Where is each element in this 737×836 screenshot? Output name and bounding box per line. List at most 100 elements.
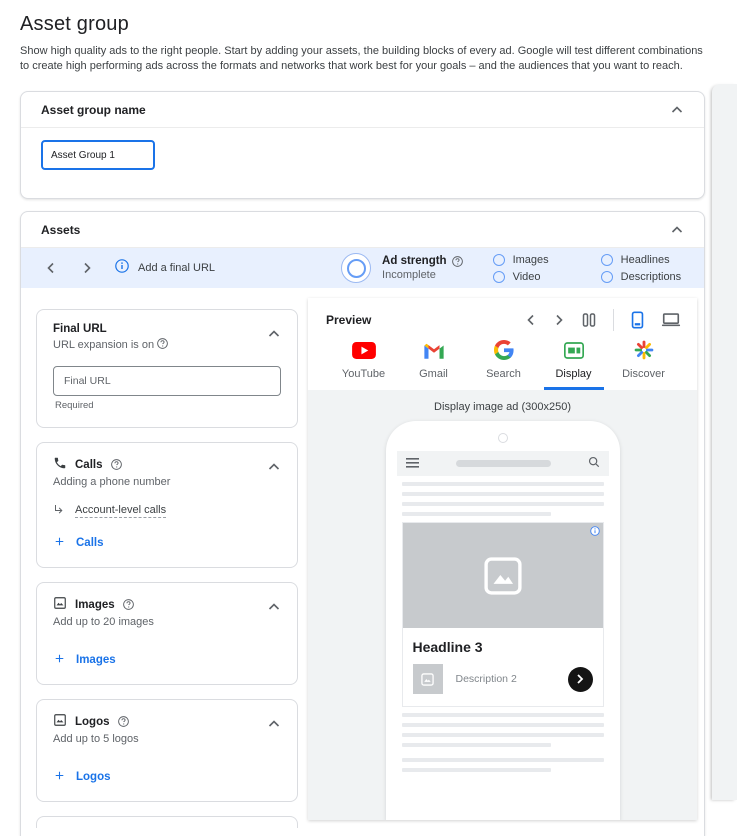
final-url-card: Final URL URL expansion is on Required [36,309,298,428]
final-url-title: Final URL [53,323,107,335]
ad-format-label: Display image ad (300x250) [434,401,571,413]
collapsed-side-panel[interactable] [712,84,737,800]
ad-strength-gauge-icon [341,253,372,283]
skeleton-line [401,713,604,717]
required-helper: Required [55,400,94,411]
check-images: Images [492,253,549,266]
help-icon[interactable] [157,338,169,349]
ad-strength: Ad strength Incomplete [341,253,463,283]
check-headlines: Headlines [600,253,682,266]
ad-image-placeholder [402,523,603,628]
mobile-preview-icon[interactable] [630,311,645,329]
phone-screen: Headline 3 Description 2 [396,451,609,772]
ad-arrow-button[interactable] [567,666,593,692]
check-descriptions: Descriptions [600,270,682,283]
ad-strength-label: Ad strength [382,255,447,267]
chevron-up-icon[interactable] [670,103,684,117]
previous-asset-icon[interactable] [45,262,57,274]
phone-icon [53,456,67,473]
network-tabs: YouTube Gmail Search Display Discover [326,340,681,390]
add-logos-button[interactable]: Logos [53,769,111,785]
assets-toolbar: Add a final URL Ad strength Incomplete I… [21,248,704,288]
chevron-up-icon[interactable] [267,327,281,341]
ad-thumbnail-placeholder [412,664,443,694]
phone-camera-dot [497,433,508,443]
calls-title: Calls [75,458,103,471]
asset-group-name-input[interactable] [41,140,155,170]
hamburger-menu-icon [405,455,419,473]
check-label: Descriptions [620,270,682,283]
page-title: Asset group [20,13,129,35]
phone-mockup: Headline 3 Description 2 [385,421,620,820]
final-url-input[interactable] [53,366,281,396]
skeleton-line [401,758,604,762]
skeleton-line [401,743,551,747]
tab-gmail[interactable]: Gmail [404,340,464,390]
skeleton-line [401,512,551,516]
assets-card-title: Assets [41,222,81,237]
search-icon [588,455,600,473]
images-subtitle: Add up to 20 images [53,616,154,628]
previous-preview-icon[interactable] [525,314,537,326]
subdirectory-arrow-icon [53,502,65,520]
chevron-up-icon[interactable] [670,223,684,237]
skeleton-line [401,723,604,727]
next-preview-icon[interactable] [553,314,565,326]
gmail-icon [423,340,445,360]
asset-group-name-card-title: Asset group name [41,102,146,117]
chevron-up-icon[interactable] [267,600,281,614]
logos-subtitle: Add up to 5 logos [53,733,139,745]
display-network-icon [563,340,584,360]
ad-preview-panel: Preview YouTube Gmail Search Display Dis… [308,298,697,820]
help-icon[interactable] [122,599,134,610]
check-video: Video [492,270,549,283]
tab-youtube[interactable]: YouTube [334,340,394,390]
tab-discover[interactable]: Discover [614,340,674,390]
add-images-button[interactable]: Images [53,652,116,668]
chevron-up-icon[interactable] [267,717,281,731]
calls-subtitle: Adding a phone number [53,476,171,488]
images-card: Images Add up to 20 images Images [36,582,298,685]
divider [613,309,614,331]
next-asset-icon[interactable] [81,262,93,274]
youtube-icon [351,340,376,360]
url-expansion-note: URL expansion is on [53,339,155,351]
ad-info-icon[interactable] [589,526,600,536]
help-icon[interactable] [110,459,122,470]
check-circle-icon[interactable] [492,270,505,283]
assets-card-header[interactable]: Assets [21,212,704,248]
help-icon[interactable] [117,716,129,727]
info-icon [115,258,129,278]
check-label: Headlines [620,253,670,266]
discover-icon [634,340,654,360]
add-final-url-label: Add a final URL [138,262,216,274]
desktop-preview-icon[interactable] [661,312,681,328]
asset-group-name-card-header[interactable]: Asset group name [21,92,704,128]
ad-headline: Headline 3 [412,639,483,655]
tab-search[interactable]: Search [474,340,534,390]
plus-icon [53,652,66,668]
logos-title: Logos [75,715,110,728]
ad-description: Description 2 [455,673,517,685]
chevron-up-icon[interactable] [267,460,281,474]
google-g-icon [493,340,514,360]
tab-display[interactable]: Display [543,340,604,390]
preview-canvas: Display image ad (300x250) Headline 3 De… [308,390,697,820]
add-images-label: Images [76,654,116,666]
main-content: Asset group Show high quality ads to the… [20,0,705,836]
skeleton-line [401,733,604,737]
image-placeholder-icon [483,556,522,595]
check-circle-icon[interactable] [492,253,505,266]
asset-editor-sidebar: Final URL URL expansion is on Required [36,309,298,828]
add-calls-button[interactable]: Calls [53,535,104,551]
next-asset-section-card [36,816,298,828]
ad-strength-checks: Images Headlines Video Descriptions [492,253,682,283]
help-icon[interactable] [451,255,463,267]
pause-carousel-icon[interactable] [581,312,597,328]
check-label: Images [512,253,549,266]
plus-icon [53,535,66,551]
display-ad-unit[interactable]: Headline 3 Description 2 [401,522,604,707]
account-level-calls-link[interactable]: Account-level calls [75,504,167,518]
check-circle-icon[interactable] [600,270,613,283]
check-circle-icon[interactable] [600,253,613,266]
